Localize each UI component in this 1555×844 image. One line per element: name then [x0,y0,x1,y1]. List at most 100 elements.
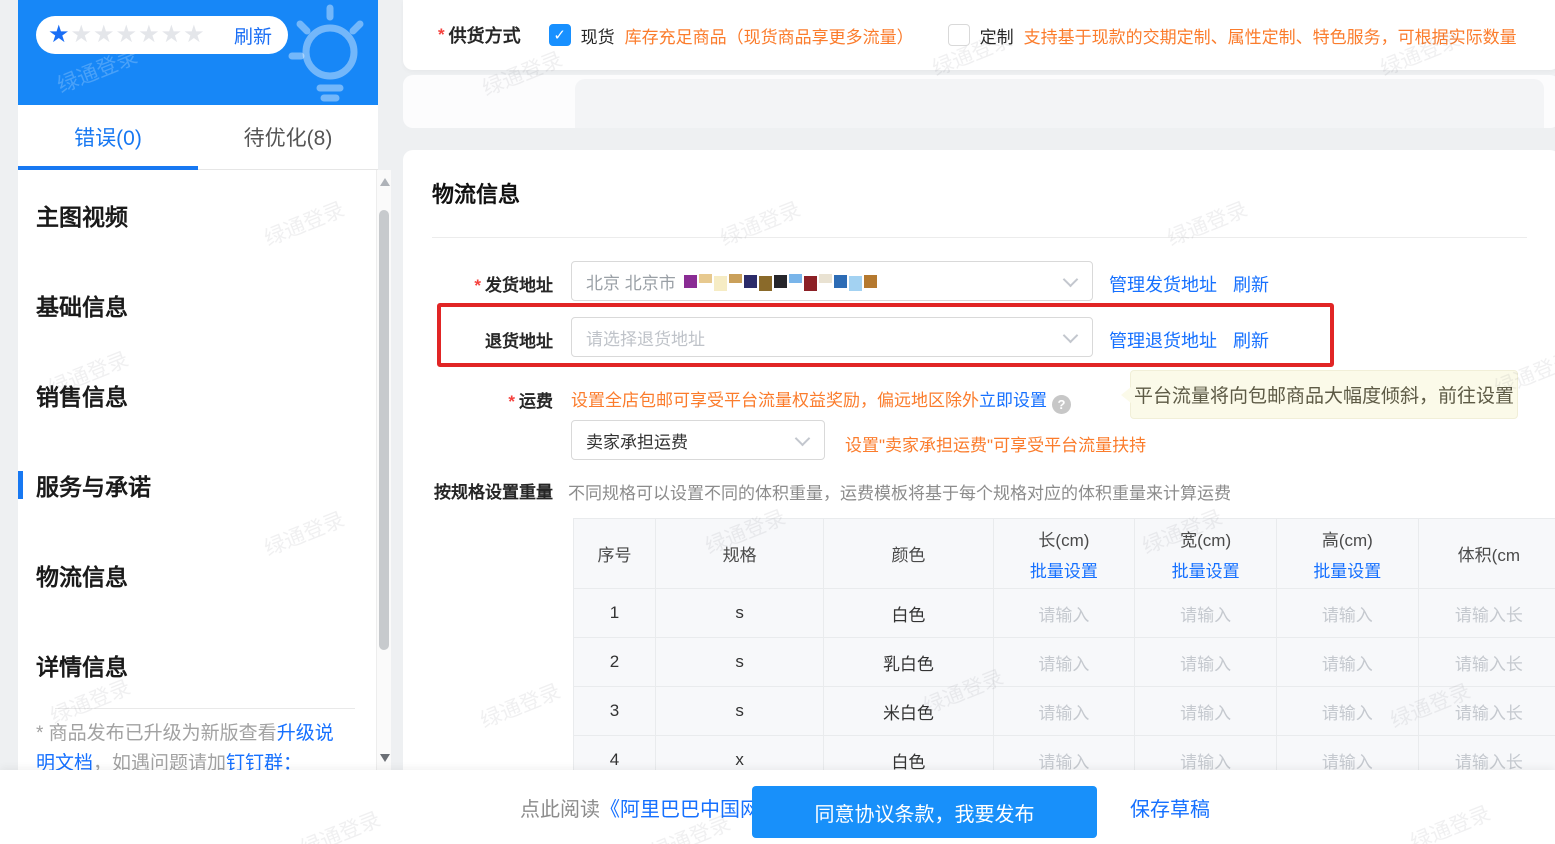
star-icon[interactable]: ★ [93,23,116,47]
table-row: 2s乳白色请输入请输入请输入请输入长 [574,638,1555,687]
scrollbar-thumb[interactable] [379,210,389,650]
refresh-return-address-link[interactable]: 刷新 [1233,331,1269,351]
dimension-input-cell[interactable]: 请输入 [993,687,1135,736]
row-index-cell: 2 [574,638,656,687]
input-placeholder: 请输入长 [1455,753,1523,771]
collapsed-section-panel [403,75,1555,128]
manage-return-address-link[interactable]: 管理退货地址 [1109,331,1217,351]
refresh-ship-address-link[interactable]: 刷新 [1233,275,1269,295]
volume-input-cell[interactable]: 请输入长 [1418,638,1555,687]
row-index-cell: 1 [574,589,656,638]
address-redaction [684,274,877,289]
sidebar-hero: ★★★★★★★ 刷新 [18,0,378,105]
input-placeholder: 请输入 [1038,655,1089,674]
rating-pill: ★★★★★★★ 刷新 [36,16,288,54]
star-icon[interactable]: ★ [116,23,139,47]
color-cell: 白色 [824,589,993,638]
dimension-input-cell[interactable]: 请输入 [1135,589,1277,638]
star-icon[interactable]: ★ [138,23,161,47]
custom-goods-note: 支持基于现款的交期定制、属性定制、特色服务，可根据实际数量 [1024,23,1517,48]
return-address-select[interactable]: 请选择退货地址 [571,317,1093,357]
sidebar-item[interactable]: 服务与承诺 [18,440,358,530]
table-body: 1s白色请输入请输入请输入请输入长2s乳白色请输入请输入请输入请输入长3s米白色… [574,589,1555,771]
color-cell: 白色 [824,736,993,771]
color-cell: 乳白色 [824,638,993,687]
dimension-input-cell[interactable]: 请输入 [993,638,1135,687]
quality-sidebar: ★★★★★★★ 刷新 错误(0) 待优化(8) 主图视频基础信息销售信息服务与承… [18,0,378,770]
input-placeholder: 请输入 [1180,704,1231,723]
help-question-icon[interactable]: ? [1052,395,1071,414]
chevron-down-icon [1063,272,1079,288]
input-placeholder: 请输入长 [1455,606,1523,625]
dimension-input-cell[interactable]: 请输入 [1135,687,1277,736]
sidebar-item[interactable]: 主图视频 [18,170,358,260]
dimension-input-cell[interactable]: 请输入 [1135,638,1277,687]
save-draft-text[interactable]: 保存草稿 [1130,793,1210,822]
star-icon[interactable]: ★ [183,23,206,47]
row-index-cell: 4 [574,736,656,771]
redaction-block [759,276,772,291]
custom-goods-checkbox[interactable] [948,24,970,46]
batch-set-link[interactable]: 批量设置 [1135,557,1276,582]
dimension-input-cell[interactable]: 请输入 [1276,638,1418,687]
sidebar-item[interactable]: 销售信息 [18,350,358,440]
rating-refresh-link[interactable]: 刷新 [234,22,272,49]
scroll-down-arrow-icon[interactable] [380,754,390,762]
required-mark: * [438,25,445,45]
volume-input-cell[interactable]: 请输入长 [1418,589,1555,638]
star-icon[interactable]: ★ [48,23,71,47]
freight-promo-line: 设置全店包邮可享受平台流量权益奖励，偏远地区除外立即设置? [571,386,1071,414]
table-header-row: 序号规格颜色长(cm)批量设置宽(cm)批量设置高(cm)批量设置体积(cm [574,519,1555,589]
tab-to-optimize[interactable]: 待优化(8) [198,105,378,169]
return-address-placeholder: 请选择退货地址 [586,325,705,350]
dimension-input-cell[interactable]: 请输入 [1135,736,1277,771]
section-title: 物流信息 [432,177,520,209]
sidebar-item[interactable]: 物流信息 [18,530,358,620]
table-row: 1s白色请输入请输入请输入请输入长 [574,589,1555,638]
ship-address-links: 管理发货地址刷新 [1109,271,1285,297]
batch-set-link[interactable]: 批量设置 [994,557,1135,582]
dimension-input-cell[interactable]: 请输入 [1276,687,1418,736]
scroll-up-arrow-icon[interactable] [380,178,390,186]
star-icon[interactable]: ★ [161,23,184,47]
dimension-input-cell[interactable]: 请输入 [993,736,1135,771]
color-cell: 米白色 [824,687,993,736]
publish-button[interactable]: 同意协议条款，我要发布 [752,786,1097,838]
supply-method-label: 供货方式 [449,22,521,48]
sidebar-item[interactable]: 详情信息 [18,620,358,710]
return-address-links: 管理退货地址刷新 [1109,327,1285,353]
sidebar-nav: 主图视频基础信息销售信息服务与承诺物流信息详情信息 [18,170,358,710]
chevron-down-icon [1063,328,1079,344]
column-header: 序号 [574,519,656,589]
freight-carrier-value: 卖家承担运费 [586,428,688,453]
spot-goods-checkbox[interactable]: ✓ [549,24,571,46]
dimension-input-cell[interactable]: 请输入 [993,589,1135,638]
spec-cell: s [656,687,824,736]
redaction-block [819,274,832,283]
column-header: 规格 [656,519,824,589]
volume-input-cell[interactable]: 请输入长 [1418,687,1555,736]
tab-errors[interactable]: 错误(0) [18,105,198,169]
star-icon[interactable]: ★ [71,23,94,47]
dimension-input-cell[interactable]: 请输入 [1276,589,1418,638]
spec-weight-label: 按规格设置重量 [403,478,553,503]
input-placeholder: 请输入 [1038,606,1089,625]
terms-prefix: 点此阅读 [520,793,600,822]
manage-ship-address-link[interactable]: 管理发货地址 [1109,275,1217,295]
ship-address-label-text: 发货地址 [485,276,553,295]
input-placeholder: 请输入 [1180,606,1231,625]
column-header: 颜色 [824,519,993,589]
volume-input-cell[interactable]: 请输入长 [1418,736,1555,771]
batch-set-link[interactable]: 批量设置 [1277,557,1418,582]
ship-address-select[interactable]: 北京 北京市 [571,261,1093,301]
logistics-panel: 物流信息 *发货地址 北京 北京市 管理发货地址刷新 退货地址 请选择退货地址 … [403,150,1555,770]
freight-carrier-select[interactable]: 卖家承担运费 [571,420,825,460]
ship-address-label: *发货地址 [403,271,553,296]
table-row: 3s米白色请输入请输入请输入请输入长 [574,687,1555,736]
redaction-block [729,274,742,283]
freight-setup-link[interactable]: 立即设置 [979,391,1047,410]
input-placeholder: 请输入 [1322,655,1373,674]
sidebar-item[interactable]: 基础信息 [18,260,358,350]
sidebar-scrollbar[interactable] [376,170,391,770]
dimension-input-cell[interactable]: 请输入 [1276,736,1418,771]
